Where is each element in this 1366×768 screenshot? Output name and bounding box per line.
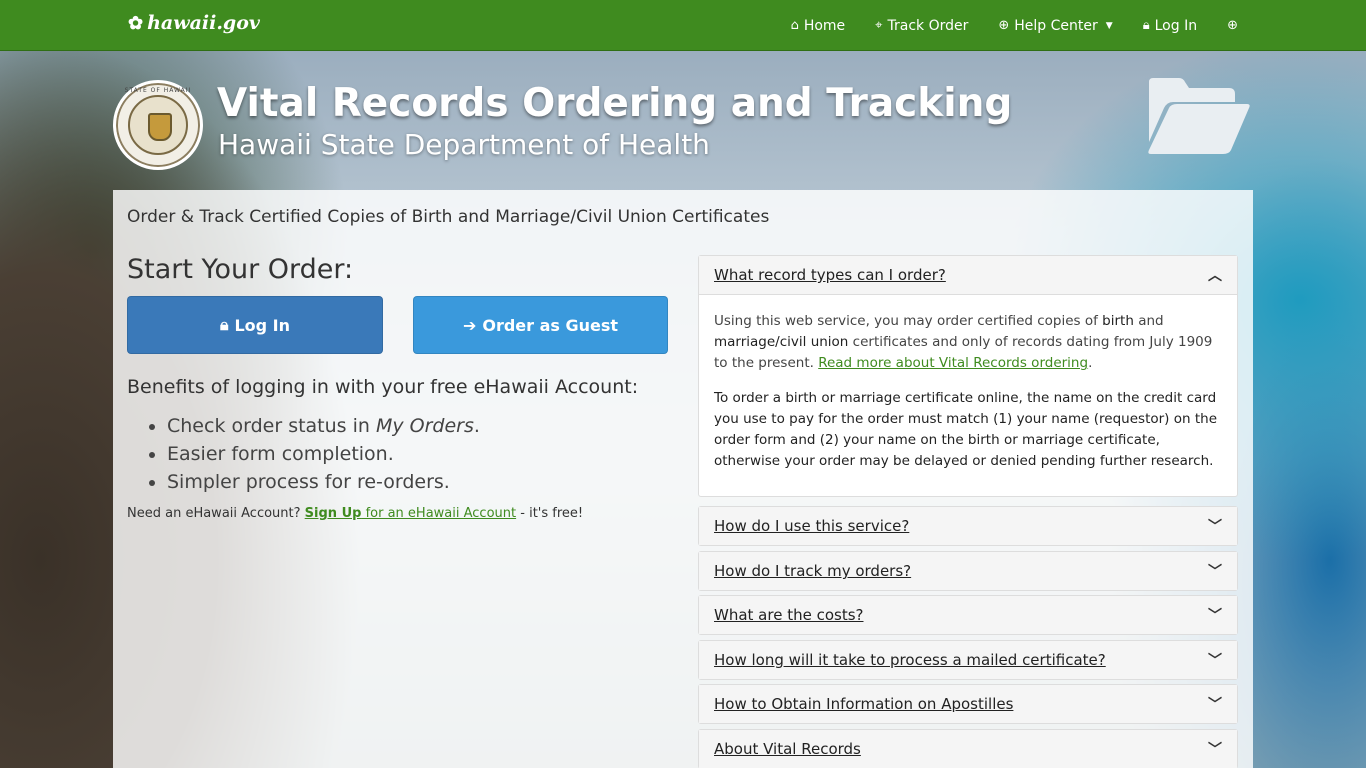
home-icon: ⌂ <box>790 18 799 33</box>
benefits-list: Check order status in My Orders. Easier … <box>167 412 480 496</box>
faq-title: How long will it take to process a maile… <box>714 651 1106 669</box>
faq-header[interactable]: What are the costs? ﹀ <box>699 596 1237 634</box>
signup-link-bold: Sign Up <box>304 506 362 521</box>
signup-note: Need an eHawaii Account? Sign Up for an … <box>127 506 583 521</box>
sign-in-icon: ➔ <box>462 315 477 335</box>
faq-text-marriage: marriage/civil union <box>714 334 849 350</box>
faq-title: How do I use this service? <box>714 517 910 535</box>
seal-text: STATE OF HAWAII <box>124 87 192 94</box>
faq-body: Using this web service, you may order ce… <box>699 294 1237 496</box>
faq-item[interactable]: How to Obtain Information on Apostilles … <box>698 684 1238 724</box>
chevron-down-icon: ﹀ <box>1208 653 1222 669</box>
order-as-guest-button[interactable]: ➔ Order as Guest <box>413 296 668 354</box>
nav-login-label: Log In <box>1154 17 1198 34</box>
faq-item[interactable]: About Vital Records ﹀ <box>698 729 1238 768</box>
caret-down-icon: ▼ <box>1105 20 1113 31</box>
lock-icon: 🔒︎ <box>219 315 229 334</box>
faq-item[interactable]: How do I use this service? ﹀ <box>698 506 1238 546</box>
faq-item[interactable]: How long will it take to process a maile… <box>698 640 1238 680</box>
signup-post: - it's free! <box>516 506 584 521</box>
signup-link-rest: for an eHawaii Account <box>361 506 517 521</box>
faq-header[interactable]: How to Obtain Information on Apostilles … <box>699 685 1237 723</box>
faq-text: . <box>1088 355 1093 371</box>
guest-button-label: Order as Guest <box>482 315 619 335</box>
nav-login[interactable]: 🔒︎ Log In <box>1143 18 1197 34</box>
login-button[interactable]: 🔒︎ Log In <box>127 296 383 354</box>
crosshair-icon: ⌖ <box>875 18 883 33</box>
nav-track-label: Track Order <box>887 17 969 34</box>
start-order-title: Start Your Order: <box>127 254 354 285</box>
faq-item[interactable]: How do I track my orders? ﹀ <box>698 551 1238 591</box>
chevron-down-icon: ﹀ <box>1208 742 1222 758</box>
read-more-link[interactable]: Read more about Vital Records ordering <box>818 355 1088 371</box>
faq-title: What record types can I order? <box>714 266 946 284</box>
faq-title: About Vital Records <box>714 740 861 758</box>
faq-header[interactable]: How long will it take to process a maile… <box>699 641 1237 679</box>
faq-text: Using this web service, you may order ce… <box>714 313 1103 329</box>
faq-item[interactable]: What are the costs? ﹀ <box>698 595 1238 635</box>
chevron-up-icon: ︿ <box>1208 268 1222 284</box>
nav-menu: ⌂ Home ⌖ Track Order ⊕ Help Center ▼ 🔒︎ … <box>791 0 1238 51</box>
faq-item-record-types: What record types can I order? ︿ Using t… <box>698 255 1238 497</box>
hawaii-gov-logo[interactable]: ✿ hawaii.gov <box>128 12 260 34</box>
nav-track-order[interactable]: ⌖ Track Order <box>875 18 968 34</box>
nav-extra[interactable]: ⊕ <box>1227 18 1238 33</box>
seal-emblem <box>128 95 188 155</box>
faq-paragraph: Using this web service, you may order ce… <box>714 311 1222 374</box>
faq-title: What are the costs? <box>714 606 864 624</box>
nav-help-label: Help Center <box>1014 17 1098 34</box>
faq-title: How do I track my orders? <box>714 562 912 580</box>
page-subtitle: Hawaii State Department of Health <box>218 128 710 161</box>
lifebuoy-icon: ⊕ <box>998 18 1010 33</box>
faq-header[interactable]: About Vital Records ﹀ <box>699 730 1237 768</box>
folder-open-icon <box>1148 78 1250 154</box>
nav-home-label: Home <box>803 17 846 34</box>
nav-help-center[interactable]: ⊕ Help Center ▼ <box>998 18 1112 34</box>
faq-header[interactable]: How do I use this service? ﹀ <box>699 507 1237 545</box>
signup-pre: Need an eHawaii Account? <box>127 506 305 521</box>
faq-text: and <box>1133 313 1164 329</box>
faq-text-birth: birth <box>1102 313 1134 329</box>
lock-icon: 🔒︎ <box>1142 18 1150 33</box>
logo-text: hawaii.gov <box>147 12 260 34</box>
hibiscus-icon: ✿ <box>128 12 144 34</box>
benefit-text: Check order status in <box>167 415 376 437</box>
signup-link[interactable]: Sign Up for an eHawaii Account <box>305 506 516 521</box>
list-item: Check order status in My Orders. <box>167 412 480 440</box>
faq-paragraph-2: To order a birth or marriage certificate… <box>714 390 1218 469</box>
login-button-label: Log In <box>234 315 291 335</box>
chevron-down-icon: ﹀ <box>1208 519 1222 535</box>
faq-header[interactable]: What record types can I order? ︿ <box>699 256 1237 294</box>
chevron-down-icon: ﹀ <box>1208 608 1222 624</box>
page-title: Vital Records Ordering and Tracking <box>217 81 1013 126</box>
chevron-down-icon: ﹀ <box>1208 697 1222 713</box>
list-item: Simpler process for re-orders. <box>167 468 480 496</box>
nav-home[interactable]: ⌂ Home <box>791 18 846 34</box>
state-seal: STATE OF HAWAII <box>113 80 203 170</box>
list-item: Easier form completion. <box>167 440 480 468</box>
content-panel: Order & Track Certified Copies of Birth … <box>113 190 1253 768</box>
benefit-text-end: . <box>473 415 480 437</box>
my-orders-emphasis: My Orders <box>375 415 474 437</box>
plus-circle-icon: ⊕ <box>1227 18 1238 33</box>
chevron-down-icon: ﹀ <box>1208 564 1222 580</box>
panel-heading: Order & Track Certified Copies of Birth … <box>127 207 770 227</box>
benefits-title: Benefits of logging in with your free eH… <box>127 376 639 398</box>
faq-header[interactable]: How do I track my orders? ﹀ <box>699 552 1237 590</box>
top-navbar: ✿ hawaii.gov ⌂ Home ⌖ Track Order ⊕ Help… <box>0 0 1366 51</box>
faq-title: How to Obtain Information on Apostilles <box>714 695 1014 713</box>
